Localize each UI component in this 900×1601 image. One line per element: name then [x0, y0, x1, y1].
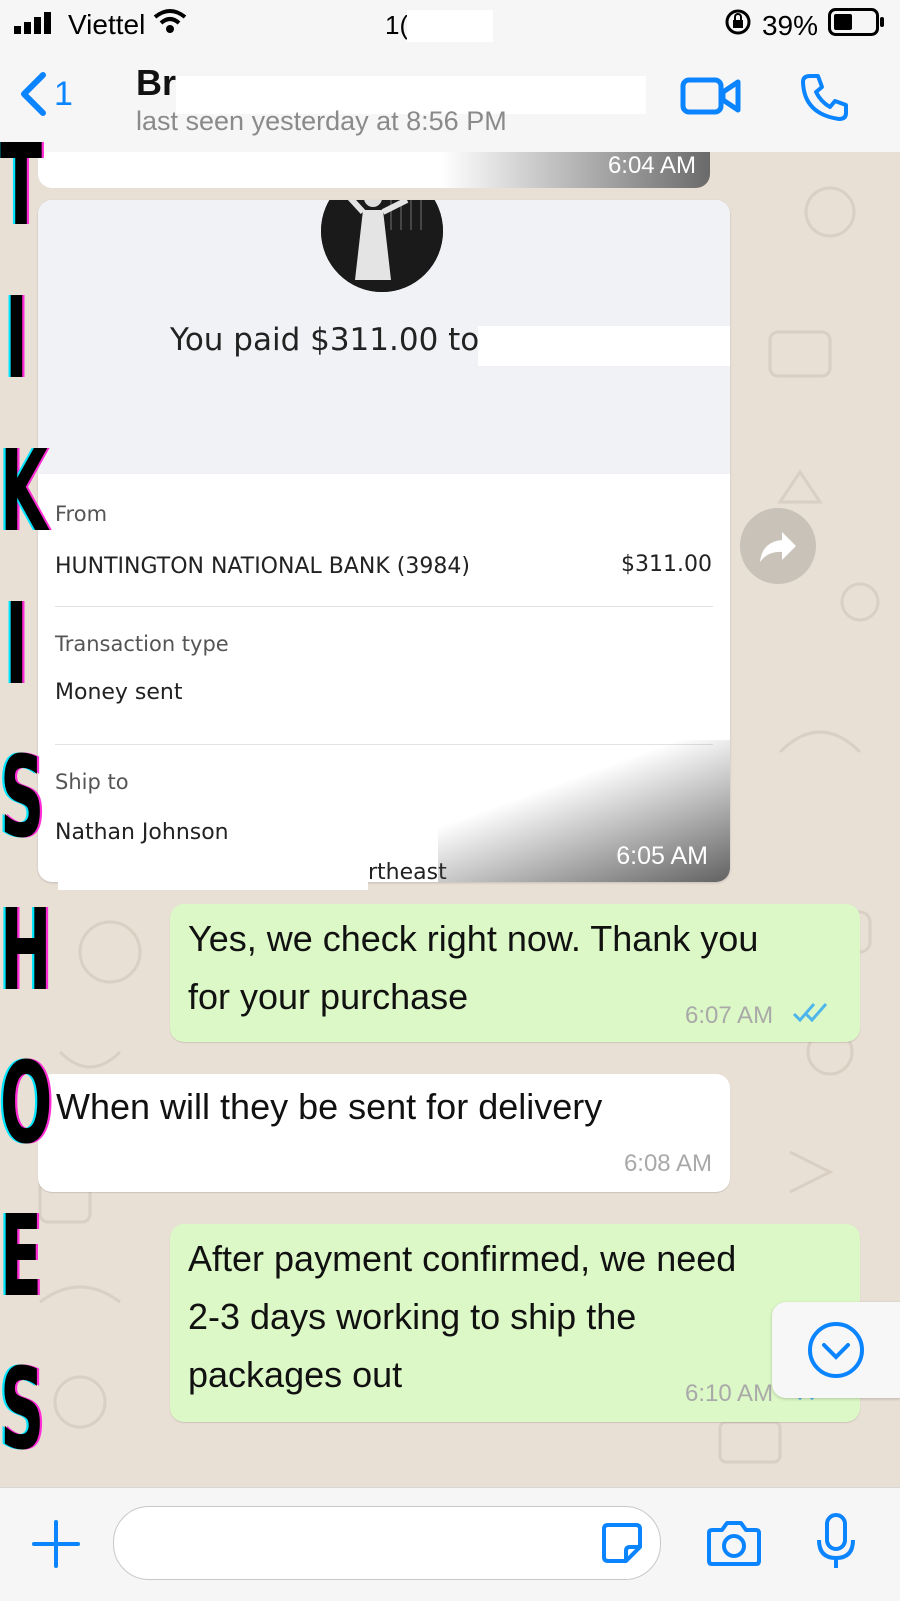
plus-icon[interactable]: [30, 1518, 82, 1575]
message-input-bar: [0, 1487, 900, 1601]
watermark-letter: O: [0, 1039, 53, 1169]
incoming-message[interactable]: When will they be sent for delivery 6:08…: [38, 1074, 730, 1192]
battery-icon: [828, 8, 886, 43]
message-input[interactable]: [113, 1506, 661, 1580]
camera-icon[interactable]: [706, 1518, 762, 1573]
ship-to-label: Ship to: [55, 770, 129, 794]
transaction-type-value: Money sent: [55, 680, 183, 705]
forward-icon: [760, 532, 796, 562]
watermark-letter: I: [5, 274, 28, 404]
message-time: 6:08 AM: [623, 1150, 712, 1177]
message-time: 6:04 AM: [607, 152, 696, 179]
watermark-text: T I K I S H O E S: [0, 110, 60, 1490]
message-text: After payment confirmed, we need: [188, 1238, 737, 1279]
message-text: for your purchase: [188, 976, 469, 1017]
status-time: 1( ... M: [385, 10, 493, 42]
watermark-letter: I: [5, 580, 28, 710]
message-text: When will they be sent for delivery: [56, 1086, 603, 1127]
watermark-letter: T: [0, 121, 43, 251]
unread-count: 1: [54, 74, 73, 113]
carrier-name: Viettel: [68, 8, 146, 40]
status-bar: Viettel 1( ... M 39%: [0, 0, 900, 48]
message-text: Yes, we check right now. Thank you: [188, 918, 759, 959]
payment-receipt-image[interactable]: You paid $311.00 to From HUNTINGTON NATI…: [38, 200, 730, 882]
transaction-type-label: Transaction type: [55, 632, 229, 656]
chat-header: 1 Br... last seen yesterday at 8:56 PM: [0, 48, 900, 153]
address-redaction: [58, 860, 368, 890]
microphone-icon[interactable]: [814, 1512, 858, 1577]
double-check-icon: [792, 1000, 830, 1031]
scroll-down-button[interactable]: [772, 1302, 900, 1398]
watermark-letter: H: [0, 886, 52, 1016]
scroll-down-icon: [808, 1322, 864, 1378]
from-account: HUNTINGTON NATIONAL BANK (3984): [55, 554, 470, 579]
payee-redaction: [478, 326, 730, 366]
message-time: 6:05 AM: [616, 842, 708, 870]
lock-rotation-icon: [724, 8, 752, 43]
payment-amount: $311.00: [621, 552, 712, 577]
from-label: From: [55, 502, 108, 526]
receipt-header: You paid $311.00 to: [38, 200, 730, 474]
battery-percent: 39%: [761, 9, 818, 41]
signal-icon: [14, 9, 60, 41]
phone-icon[interactable]: [800, 72, 850, 127]
message-time: 6:07 AM: [685, 1002, 774, 1029]
payment-summary: You paid $311.00 to: [170, 322, 480, 358]
divider: [55, 606, 713, 607]
last-seen-status: last seen yesterday at 8:56 PM: [136, 106, 507, 136]
watermark-letter: S: [0, 1345, 45, 1475]
forward-button[interactable]: [740, 508, 816, 584]
payee-avatar: [321, 200, 443, 292]
chat-area[interactable]: 6:04 AM You paid $311.00 to From HUNTING…: [0, 152, 900, 1487]
watermark-letter: E: [0, 1192, 43, 1322]
previous-image-bubble[interactable]: 6:04 AM: [38, 152, 710, 188]
wifi-icon: [153, 8, 187, 41]
message-text: packages out: [188, 1354, 403, 1395]
watermark-letter: S: [0, 733, 45, 863]
ship-to-name: Nathan Johnson: [55, 820, 229, 845]
outgoing-message[interactable]: After payment confirmed, we need 2-3 day…: [170, 1224, 860, 1422]
outgoing-message[interactable]: Yes, we check right now. Thank you for y…: [170, 904, 860, 1042]
ship-to-address: rtheast: [368, 860, 447, 882]
message-text: 2-3 days working to ship the: [188, 1296, 637, 1337]
message-time: 6:10 AM: [685, 1380, 774, 1407]
watermark-letter: K: [0, 427, 48, 557]
sticker-icon[interactable]: [600, 1521, 644, 1570]
video-call-icon[interactable]: [680, 72, 742, 125]
